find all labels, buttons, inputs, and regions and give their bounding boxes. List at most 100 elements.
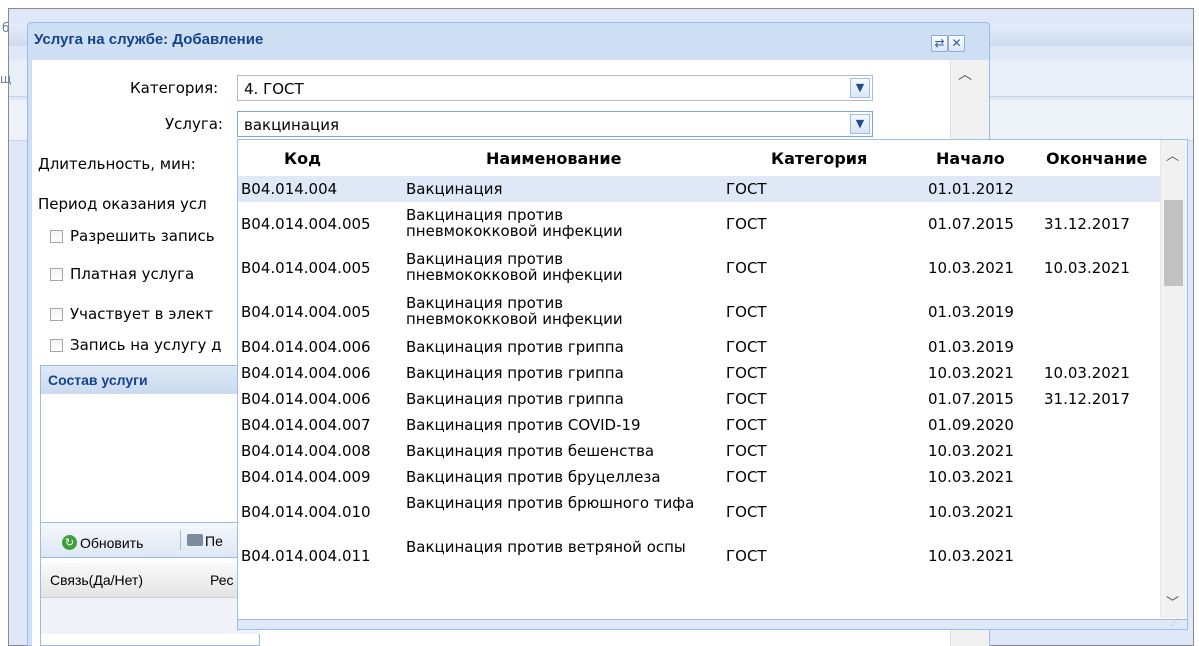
row-end: 10.03.2021: [1044, 364, 1130, 382]
row-name: Вакцинация против гриппа: [406, 390, 624, 408]
service-value: вакцинация: [244, 116, 340, 134]
row-start: 01.07.2015: [928, 390, 1014, 408]
row-category: ГОСТ: [726, 416, 767, 434]
row-name: Вакцинация против бруцеллеза: [406, 468, 661, 486]
row-code: B04.014.004.005: [241, 303, 371, 321]
row-code: B04.014.004.009: [241, 468, 371, 486]
row-name: Вакцинация против пневмококковой инфекци…: [406, 206, 623, 240]
row-start: 10.03.2021: [928, 364, 1014, 382]
refresh-icon: ↻: [62, 535, 77, 550]
row-category: ГОСТ: [726, 180, 767, 198]
column-header-category: Категория: [771, 149, 868, 168]
row-code: B04.014.004.006: [241, 390, 371, 408]
allow-booking-checkbox[interactable]: [50, 230, 63, 243]
service-booking-checkbox[interactable]: [50, 339, 63, 352]
row-code: B04.014.004.005: [241, 259, 371, 277]
resize-handle-icon[interactable]: ⋰: [1170, 618, 1179, 628]
column-header-resource[interactable]: Рес: [210, 572, 234, 588]
row-code: B04.014.004.007: [241, 416, 371, 434]
row-category: ГОСТ: [726, 303, 767, 321]
dropdown-rows: B04.014.004 Вакцинация ГОСТ 01.01.2012 B04.0…: [238, 176, 1163, 578]
scroll-up-icon[interactable]: ︿: [1166, 145, 1179, 164]
row-code: B04.014.004: [241, 180, 338, 198]
row-start: 01.07.2015: [928, 215, 1014, 233]
allow-booking-label: Разрешить запись: [70, 227, 215, 245]
column-header-end: Окончание: [1046, 149, 1148, 168]
dropdown-row[interactable]: B04.014.004.011 Вакцинация против ветряно…: [238, 534, 1163, 578]
dropdown-row[interactable]: B04.014.004 Вакцинация ГОСТ 01.01.2012: [238, 176, 1163, 202]
row-code: B04.014.004.011: [241, 547, 371, 565]
dropdown-row[interactable]: B04.014.004.007 Вакцинация против COVID-1…: [238, 412, 1163, 438]
paid-service-checkbox[interactable]: [50, 268, 63, 281]
row-end: 10.03.2021: [1044, 259, 1130, 277]
row-start: 01.01.2012: [928, 180, 1014, 198]
service-dropdown-list[interactable]: Код Наименование Категория Начало Оконча…: [237, 139, 1188, 630]
row-category: ГОСТ: [726, 547, 767, 565]
electronic-label: Участвует в элект: [70, 305, 214, 323]
row-end: 31.12.2017: [1044, 215, 1130, 233]
row-category: ГОСТ: [726, 338, 767, 356]
service-booking-label: Запись на услугу д: [70, 336, 222, 354]
print-button-label[interactable]: Пе: [205, 533, 223, 549]
scroll-up-icon[interactable]: ︿: [958, 64, 972, 84]
toolbar-divider: [180, 530, 181, 550]
dropdown-row[interactable]: B04.014.004.006 Вакцинация против гриппа Г…: [238, 360, 1163, 386]
dialog-title: Услуга на службе: Добавление: [34, 31, 264, 48]
dropdown-row[interactable]: B04.014.004.005 Вакцинация против пневмок…: [238, 246, 1163, 290]
category-value: 4. ГОСТ: [244, 80, 304, 98]
dropdown-row[interactable]: B04.014.004.005 Вакцинация против пневмок…: [238, 202, 1163, 246]
dropdown-scrollbar-thumb[interactable]: [1164, 200, 1183, 286]
row-code: B04.014.004.006: [241, 338, 371, 356]
row-name: Вакцинация против гриппа: [406, 338, 624, 356]
row-end: 31.12.2017: [1044, 390, 1130, 408]
chevron-down-icon[interactable]: ▼: [850, 78, 870, 98]
row-code: B04.014.004.010: [241, 503, 371, 521]
row-name: Вакцинация: [406, 180, 503, 198]
row-start: 01.03.2019: [928, 303, 1014, 321]
duration-label: Длительность, мин:: [38, 155, 196, 173]
composition-title: Состав услуги: [48, 372, 148, 388]
row-name: Вакцинация против пневмококковой инфекци…: [406, 294, 623, 328]
row-start: 10.03.2021: [928, 547, 1014, 565]
refresh-tool-icon[interactable]: ⇄: [931, 35, 948, 52]
refresh-label: Обновить: [80, 534, 144, 551]
row-start: 10.03.2021: [928, 503, 1014, 521]
dropdown-row[interactable]: B04.014.004.009 Вакцинация против бруцелл…: [238, 464, 1163, 490]
close-icon[interactable]: ✕: [948, 35, 965, 52]
dropdown-row[interactable]: B04.014.004.006 Вакцинация против гриппа Г…: [238, 334, 1163, 360]
scroll-down-icon[interactable]: ﹀: [1166, 592, 1179, 611]
row-name: Вакцинация против бешенства: [406, 442, 655, 460]
row-category: ГОСТ: [726, 259, 767, 277]
row-name: Вакцинация против пневмококковой инфекци…: [406, 250, 623, 284]
dropdown-row[interactable]: B04.014.004.006 Вакцинация против гриппа Г…: [238, 386, 1163, 412]
service-label: Услуга:: [165, 115, 223, 133]
row-category: ГОСТ: [726, 503, 767, 521]
column-header-start: Начало: [936, 149, 1005, 168]
row-start: 10.03.2021: [928, 468, 1014, 486]
row-code: B04.014.004.006: [241, 364, 371, 382]
background-tab-fragment: б: [2, 21, 10, 35]
background-label-fragment: щ: [0, 72, 12, 86]
print-icon[interactable]: [187, 534, 203, 546]
service-combo[interactable]: вакцинация ▼: [237, 111, 873, 137]
composition-grid-body: [41, 598, 260, 634]
dropdown-row[interactable]: B04.014.004.010 Вакцинация против брюшног…: [238, 490, 1163, 534]
row-code: B04.014.004.008: [241, 442, 371, 460]
electronic-checkbox[interactable]: [50, 308, 63, 321]
paid-service-label: Платная услуга: [70, 265, 195, 283]
row-start: 10.03.2021: [928, 259, 1014, 277]
row-name: Вакцинация против ветряной оспы: [406, 538, 686, 556]
row-category: ГОСТ: [726, 364, 767, 382]
row-category: ГОСТ: [726, 215, 767, 233]
category-combo[interactable]: 4. ГОСТ ▼: [237, 75, 873, 101]
row-category: ГОСТ: [726, 442, 767, 460]
column-header-name: Наименование: [486, 149, 622, 168]
dropdown-row[interactable]: B04.014.004.005 Вакцинация против пневмок…: [238, 290, 1163, 334]
dropdown-row[interactable]: B04.014.004.008 Вакцинация против бешенст…: [238, 438, 1163, 464]
refresh-button[interactable]: ↻ Обновить: [62, 533, 143, 551]
row-start: 10.03.2021: [928, 442, 1014, 460]
row-name: Вакцинация против гриппа: [406, 364, 624, 382]
chevron-down-icon[interactable]: ▼: [850, 114, 870, 134]
column-header-link[interactable]: Связь(Да/Нет): [50, 572, 143, 588]
row-category: ГОСТ: [726, 390, 767, 408]
